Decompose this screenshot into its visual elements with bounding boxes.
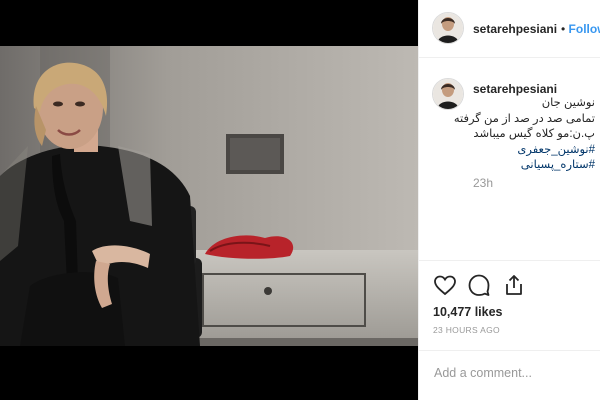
post-photo[interactable] (0, 46, 418, 346)
caption-comment: setarehpesiani نوشین جان تمامی صد در صد … (419, 58, 600, 268)
add-comment-input[interactable] (432, 361, 596, 385)
caption-line: تمامی صد در صد از من گرفته (453, 112, 595, 125)
caption-line: نوشین جان (541, 97, 595, 109)
like-count[interactable]: 10,477 likes (433, 305, 503, 319)
photo-pane (0, 0, 418, 400)
follow-separator: • (561, 22, 566, 36)
username[interactable]: setarehpesiani (473, 22, 557, 36)
speech-bubble-icon[interactable] (467, 273, 491, 297)
share-icon[interactable] (502, 273, 526, 297)
comment-timestamp[interactable]: 23h (473, 176, 493, 190)
action-bar: 10,477 likes 23 HOURS AGO (419, 260, 600, 350)
post-timestamp[interactable]: 23 HOURS AGO (433, 325, 500, 335)
follow-area: • Follow (561, 22, 600, 36)
add-comment-bar (419, 350, 600, 400)
heart-icon[interactable] (433, 273, 457, 297)
comment-avatar[interactable] (432, 78, 464, 110)
caption-text: نوشین جان تمامی صد در صد از من گرفته پ.ن… (453, 96, 595, 174)
avatar[interactable] (432, 12, 464, 44)
post-header: setarehpesiani • Follow (419, 0, 600, 58)
post-photo-image (0, 46, 418, 346)
hashtag-link[interactable]: #نوشین_جعفری (467, 143, 595, 159)
hashtag-link[interactable]: #ستاره_پسیانی (467, 158, 595, 174)
avatar-image (433, 13, 463, 43)
post-sidebar: setarehpesiani • Follow setarehpesiani ن… (418, 0, 600, 400)
follow-button[interactable]: Follow (569, 22, 600, 36)
caption-line: پ.ن:مو کلاه گیس میباشد (473, 128, 595, 140)
avatar-image (433, 79, 463, 109)
comment-username[interactable]: setarehpesiani (473, 82, 557, 96)
